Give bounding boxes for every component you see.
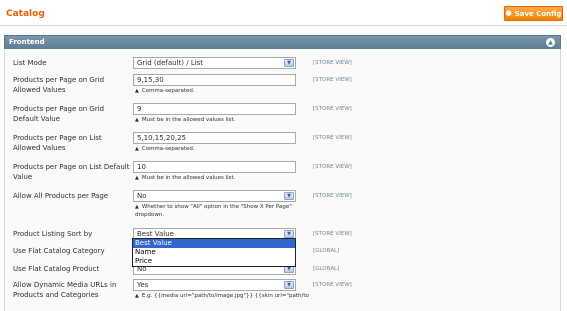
dropdown-option-best-value[interactable]: Best Value	[133, 239, 295, 248]
field-label: Products per Page on List Allowed Values	[13, 134, 102, 152]
select-value: Yes	[137, 281, 149, 289]
dropdown-option-name[interactable]: Name	[133, 248, 295, 257]
scope-label: [STORE VIEW]	[313, 231, 352, 237]
field-note: ▲ Comma-separated.	[135, 145, 305, 153]
collapse-icon[interactable]: ▲	[546, 38, 555, 47]
field-note: ▲ Comma-separated.	[135, 87, 305, 95]
field-label: Use Flat Catalog Product	[13, 265, 100, 273]
field-label: Products per Page on List Default Value	[13, 163, 130, 181]
section-title: Frontend	[9, 38, 45, 46]
grid-default-value-input[interactable]: 9	[133, 103, 296, 115]
save-config-label: Save Config	[514, 9, 562, 18]
list-default-value-input[interactable]: 10	[133, 161, 296, 173]
field-note: ▲ Must be in the allowed values list.	[135, 174, 305, 182]
scope-label: [GLOBAL]	[313, 248, 340, 254]
title-divider	[0, 25, 567, 26]
scope-label: [STORE VIEW]	[313, 164, 352, 170]
scope-label: [STORE VIEW]	[313, 106, 352, 112]
note-text: Comma-separated.	[141, 146, 195, 152]
note-triangle-icon: ▲	[135, 204, 139, 210]
scope-label: [STORE VIEW]	[313, 135, 352, 141]
chevron-down-icon[interactable]: ▼	[284, 59, 294, 67]
note-triangle-icon: ▲	[135, 117, 139, 123]
note-triangle-icon: ▲	[135, 88, 139, 94]
note-triangle-icon: ▲	[135, 175, 139, 181]
section-body: List Mode Grid (default) / List ▼ [STORE…	[4, 49, 561, 311]
field-note: ▲ E.g. {{media url="path/to/image.jpg"}} …	[135, 292, 335, 300]
list-mode-select[interactable]: Grid (default) / List ▼	[133, 57, 296, 69]
chevron-down-icon[interactable]: ▼	[284, 281, 294, 289]
field-label: List Mode	[13, 59, 47, 67]
note-triangle-icon: ▲	[135, 293, 139, 299]
field-label: Allow All Products per Page	[13, 192, 109, 200]
allow-all-products-select[interactable]: No ▼	[133, 190, 296, 202]
field-label: Use Flat Catalog Category	[13, 247, 105, 255]
note-text: Whether to show "All" option in the "Sho…	[135, 204, 292, 218]
scope-label: [GLOBAL]	[313, 266, 340, 272]
list-allowed-values-input[interactable]: 5,10,15,20,25	[133, 132, 296, 144]
select-value: Grid (default) / List	[137, 59, 204, 67]
field-label: Product Listing Sort by	[13, 230, 93, 238]
scope-label: [STORE VIEW]	[313, 60, 352, 66]
save-config-button[interactable]: ● Save Config	[504, 6, 563, 21]
note-triangle-icon: ▲	[135, 146, 139, 152]
field-label: Allow Dynamic Media URLs in Products and…	[13, 281, 117, 299]
note-text: Must be in the allowed values list.	[141, 117, 236, 123]
field-label: Products per Page on Grid Allowed Values	[13, 76, 105, 94]
field-note: ▲ Must be in the allowed values list.	[135, 116, 305, 124]
note-text: Comma-separated.	[141, 88, 195, 94]
scope-label: [STORE VIEW]	[313, 193, 352, 199]
sort-by-dropdown-list[interactable]: Best Value Name Price	[132, 238, 296, 267]
dropdown-option-price[interactable]: Price	[133, 257, 295, 266]
save-icon: ●	[505, 9, 512, 17]
note-text: E.g. {{media url="path/to/image.jpg"}} {…	[141, 293, 309, 299]
page-title: Catalog	[6, 9, 45, 19]
field-note: ▲ Whether to show "All" option in the "Sh…	[135, 203, 305, 219]
grid-allowed-values-input[interactable]: 9,15,30	[133, 74, 296, 86]
select-value: No	[137, 192, 147, 200]
note-text: Must be in the allowed values list.	[141, 175, 236, 181]
dynamic-media-urls-select[interactable]: Yes ▼	[133, 279, 296, 291]
scope-label: [STORE VIEW]	[313, 77, 352, 83]
field-label: Products per Page on Grid Default Value	[13, 105, 105, 123]
scope-label: [STORE VIEW]	[313, 282, 352, 288]
chevron-down-icon[interactable]: ▼	[284, 230, 294, 238]
section-header-frontend[interactable]: Frontend ▲	[4, 35, 561, 49]
chevron-down-icon[interactable]: ▼	[284, 192, 294, 200]
